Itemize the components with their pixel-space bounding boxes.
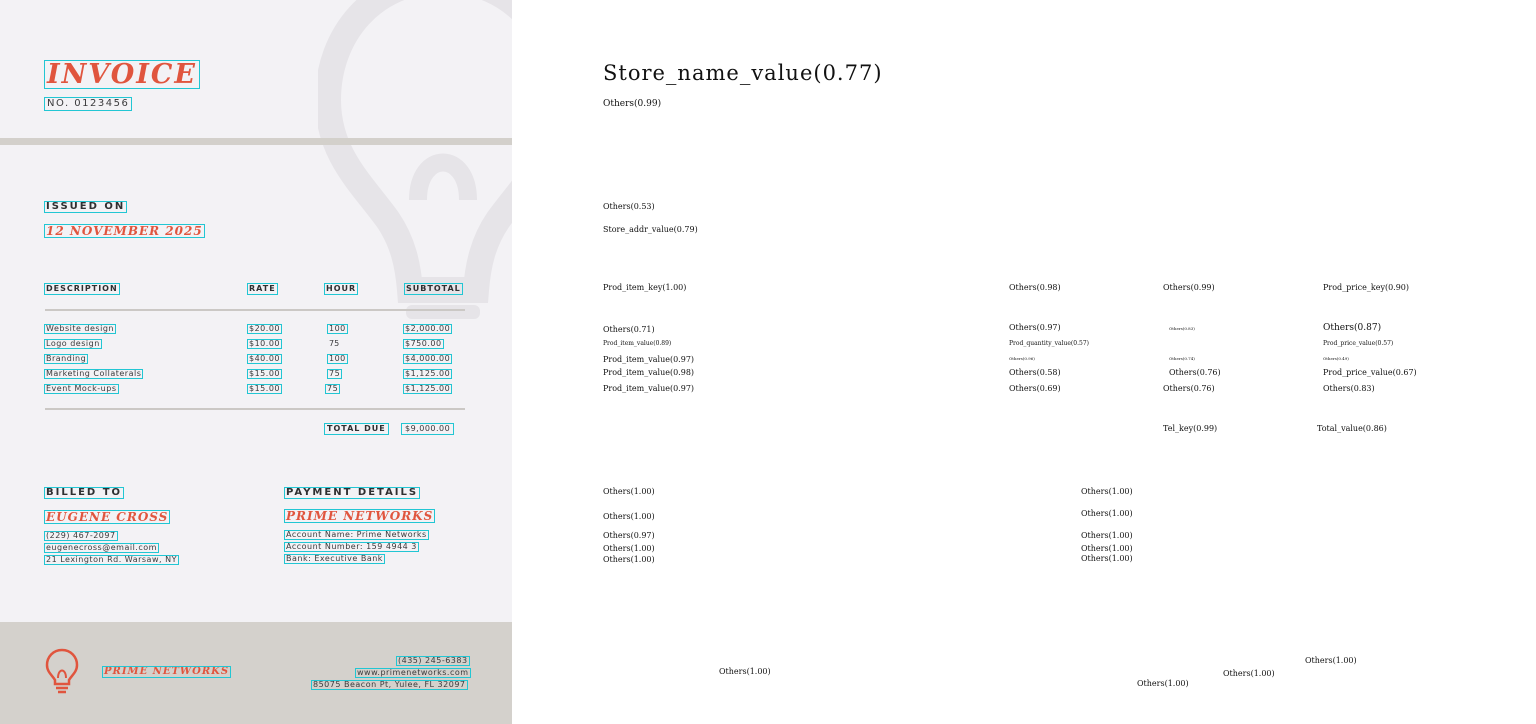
row-5-hour: 75	[324, 384, 341, 394]
label-prod-price-value: Prod_price_value(0.67)	[1323, 368, 1417, 377]
account-name: Account Name: Prime Networks	[284, 530, 429, 540]
footer-phone: (435) 245-6383	[396, 656, 470, 666]
issued-label: ISSUED ON	[43, 201, 128, 213]
label-others: Others(0.87)	[1323, 323, 1382, 333]
label-store-name: Store_name_value(0.77)	[603, 61, 883, 85]
row-1-description: Website design	[44, 324, 116, 334]
row-3-subtotal: $4,000.00	[402, 354, 453, 364]
label-others: Others(1.00)	[1223, 669, 1275, 678]
label-others: Others(0.76)	[1169, 368, 1221, 377]
billed-email: eugenecross@email.com	[44, 543, 159, 553]
row-2-description: Logo design	[44, 339, 102, 349]
invoice-number: NO. 0123456	[43, 97, 133, 111]
row-4-description: Marketing Collaterals	[43, 369, 144, 379]
label-prod-item-value: Prod_item_value(0.97)	[603, 355, 695, 364]
row-3-hour: 100	[327, 354, 348, 364]
billed-name: EUGENE CROSS	[43, 510, 171, 524]
label-others: Others(1.00)	[1081, 509, 1133, 518]
row-2-hour: 75	[329, 339, 340, 348]
label-others: Others(0.98)	[1009, 283, 1061, 292]
lightbulb-logo-icon	[45, 648, 79, 694]
label-others: Others(0.74)	[1169, 356, 1195, 361]
label-others: Others(1.00)	[603, 555, 655, 564]
label-others: Others(0.83)	[1169, 326, 1195, 331]
label-others: Others(1.00)	[719, 667, 771, 676]
total-divider	[45, 408, 465, 410]
total-value: $9,000.00	[400, 423, 455, 435]
label-others: Others(0.99)	[1163, 283, 1215, 292]
label-others: Others(0.71)	[603, 325, 655, 334]
issued-date: 12 NOVEMBER 2025	[44, 224, 205, 238]
footer-company: PRIME NETWORKS	[101, 666, 232, 678]
label-others: Others(1.00)	[1081, 544, 1133, 553]
invoice-title: INVOICE	[43, 59, 201, 90]
bank-name: Bank: Executive Bank	[284, 554, 385, 564]
row-1-hour: 100	[327, 324, 348, 334]
label-others: Others(0.69)	[1009, 384, 1061, 393]
label-prod-quantity-value: Prod_quantity_value(0.57)	[1009, 340, 1089, 347]
label-total-value: Total_value(0.86)	[1317, 424, 1387, 433]
row-1-subtotal: $2,000.00	[402, 324, 453, 334]
row-5-subtotal: $1,125.00	[402, 384, 453, 394]
row-4-hour: 75	[326, 369, 343, 379]
label-others: Others(0.49)	[1323, 356, 1349, 361]
row-2-rate: $10.00	[247, 339, 282, 349]
label-others: Others(1.00)	[1137, 679, 1189, 688]
row-2-subtotal: $750.00	[403, 339, 444, 349]
label-others: Others(1.00)	[603, 512, 655, 521]
footer-website: www.primenetworks.com	[355, 668, 471, 678]
label-prod-price-key: Prod_price_key(0.90)	[1323, 283, 1410, 292]
label-others: Others(1.00)	[1081, 531, 1133, 540]
label-prod-item-value: Prod_item_value(0.97)	[603, 384, 695, 393]
row-1-rate: $20.00	[247, 324, 282, 334]
total-label: TOTAL DUE	[324, 423, 389, 435]
col-hour: HOUR	[323, 283, 359, 295]
table-divider	[45, 309, 465, 311]
label-others: Others(0.99)	[603, 99, 662, 109]
label-others: Others(0.76)	[1163, 384, 1215, 393]
label-others: Others(0.58)	[1009, 368, 1061, 377]
col-description: DESCRIPTION	[44, 283, 120, 295]
col-rate: RATE	[247, 283, 278, 295]
footer-address: 85075 Beacon Pt, Yulee, FL 32097	[311, 680, 468, 690]
label-others: Others(1.00)	[1081, 487, 1133, 496]
payment-company: PRIME NETWORKS	[283, 509, 436, 523]
annotation-panel: Store_name_value(0.77) Others(0.99) Othe…	[512, 0, 1536, 724]
invoice-document: INVOICE NO. 0123456 ISSUED ON 12 NOVEMBE…	[0, 0, 512, 724]
row-5-description: Event Mock-ups	[44, 384, 119, 394]
row-5-rate: $15.00	[247, 384, 282, 394]
label-tel-key: Tel_key(0.99)	[1163, 424, 1218, 433]
label-others: Others(0.83)	[1323, 384, 1375, 393]
label-others: Others(1.00)	[1305, 656, 1357, 665]
label-store-addr: Store_addr_value(0.79)	[603, 225, 698, 234]
row-3-rate: $40.00	[247, 354, 282, 364]
account-number: Account Number: 159 4944 3	[284, 542, 419, 552]
billed-label: BILLED TO	[43, 487, 125, 499]
label-prod-item-value: Prod_item_value(0.89)	[603, 340, 672, 347]
payment-label: PAYMENT DETAILS	[283, 487, 421, 499]
billed-address: 21 Lexington Rd. Warsaw, NY	[44, 555, 179, 565]
label-prod-item-value: Prod_item_value(0.98)	[603, 368, 695, 377]
label-others: Others(0.53)	[603, 202, 655, 211]
label-others: Others(0.96)	[1009, 356, 1035, 361]
label-others: Others(1.00)	[1081, 554, 1133, 563]
label-others: Others(0.97)	[1009, 323, 1061, 332]
header-band	[0, 138, 512, 145]
lightbulb-watermark-icon	[318, 0, 512, 319]
col-subtotal: SUBTOTAL	[404, 283, 463, 295]
row-4-subtotal: $1,125.00	[402, 369, 453, 379]
label-others: Others(0.97)	[603, 531, 655, 540]
label-others: Others(1.00)	[603, 544, 655, 553]
billed-phone: (229) 467-2097	[44, 531, 118, 541]
row-4-rate: $15.00	[247, 369, 282, 379]
row-3-description: Branding	[43, 354, 89, 364]
label-prod-item-key: Prod_item_key(1.00)	[603, 283, 687, 292]
label-others: Others(1.00)	[603, 487, 655, 496]
label-prod-price-value: Prod_price_value(0.57)	[1323, 340, 1394, 347]
